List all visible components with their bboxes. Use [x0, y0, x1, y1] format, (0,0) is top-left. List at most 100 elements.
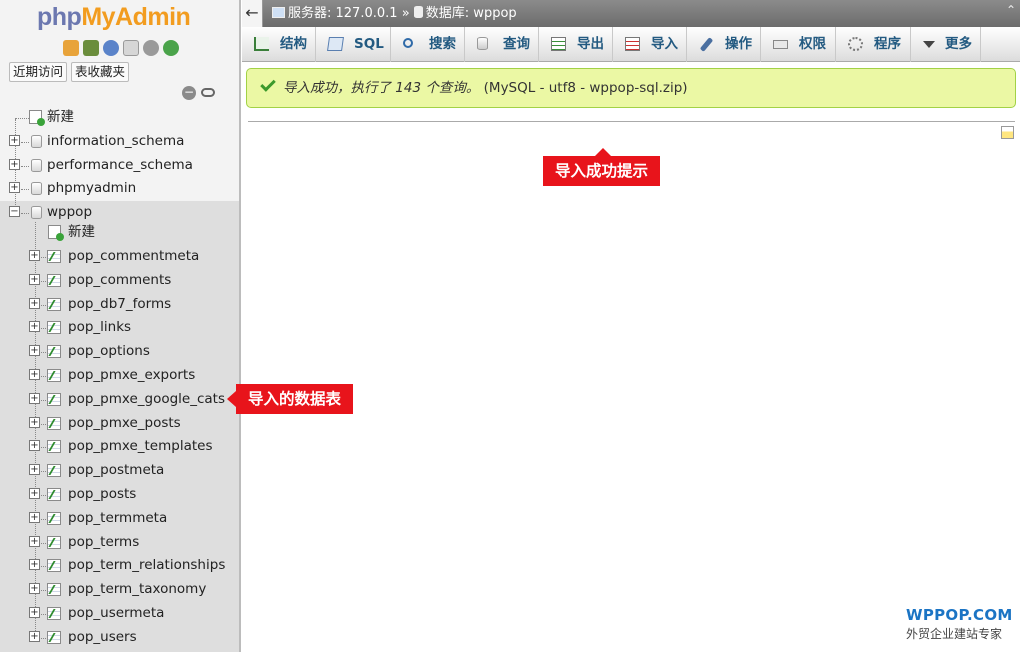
new-table-label[interactable]: 新建: [68, 221, 95, 243]
table-item[interactable]: + pop_pmxe_google_cats: [0, 388, 239, 410]
tree-branch: [41, 328, 46, 329]
reload-icon[interactable]: [163, 40, 179, 56]
tab-query[interactable]: 查询: [465, 27, 539, 62]
new-database-label[interactable]: 新建: [47, 106, 74, 128]
expand-icon[interactable]: +: [9, 135, 20, 146]
page-settings-icon[interactable]: [1001, 126, 1014, 139]
table-item[interactable]: + pop_options: [0, 340, 239, 362]
tree-branch: [41, 495, 46, 496]
expand-icon[interactable]: +: [9, 159, 20, 170]
collapse-all-button[interactable]: −: [182, 86, 196, 100]
db-item[interactable]: + information_schema: [0, 130, 239, 152]
table-label[interactable]: pop_terms: [68, 531, 139, 553]
table-label[interactable]: pop_options: [68, 340, 150, 362]
tab-search[interactable]: 搜索: [391, 27, 465, 62]
phpmyadmin-logo[interactable]: phpMyAdmin: [37, 3, 191, 32]
logout-icon[interactable]: [83, 40, 99, 56]
expand-icon[interactable]: +: [29, 631, 40, 642]
table-label[interactable]: pop_users: [68, 626, 137, 648]
collapse-icon[interactable]: −: [9, 206, 20, 217]
tab-import[interactable]: 导入: [613, 27, 687, 62]
table-label[interactable]: pop_db7_forms: [68, 293, 171, 315]
expand-icon[interactable]: +: [29, 536, 40, 547]
tab-routines[interactable]: 程序: [836, 27, 911, 62]
export-icon: [551, 37, 566, 51]
table-label[interactable]: pop_posts: [68, 483, 136, 505]
table-label[interactable]: pop_pmxe_templates: [68, 435, 212, 457]
tab-sql[interactable]: SQL: [316, 27, 391, 62]
table-item[interactable]: + pop_commentmeta: [0, 245, 239, 267]
table-item[interactable]: + pop_termmeta: [0, 507, 239, 529]
scroll-top-icon[interactable]: ⌃: [1006, 3, 1016, 17]
table-label[interactable]: pop_comments: [68, 269, 171, 291]
expand-icon[interactable]: +: [29, 559, 40, 570]
home-icon[interactable]: [63, 40, 79, 56]
table-item[interactable]: + pop_users: [0, 626, 239, 648]
expand-icon[interactable]: +: [29, 321, 40, 332]
tab-structure[interactable]: 结构: [242, 27, 316, 62]
tab-privileges[interactable]: 权限: [761, 27, 836, 62]
tree-item-new-table[interactable]: 新建: [0, 221, 239, 243]
table-label[interactable]: pop_term_relationships: [68, 554, 225, 576]
tab-export[interactable]: 导出: [539, 27, 613, 62]
expand-icon[interactable]: +: [9, 182, 20, 193]
table-label[interactable]: pop_pmxe_google_cats: [68, 388, 225, 410]
table-item[interactable]: + pop_term_relationships: [0, 554, 239, 576]
gear-icon[interactable]: [143, 40, 159, 56]
db-item[interactable]: + phpmyadmin: [0, 177, 239, 199]
table-label[interactable]: pop_pmxe_posts: [68, 412, 181, 434]
expand-icon[interactable]: +: [29, 464, 40, 475]
tab-more[interactable]: 更多: [911, 27, 981, 62]
db-label[interactable]: performance_schema: [47, 154, 193, 176]
favorite-tables-button[interactable]: 表收藏夹: [71, 62, 130, 82]
expand-icon[interactable]: +: [29, 298, 40, 309]
table-item[interactable]: + pop_terms: [0, 531, 239, 553]
table-item[interactable]: + pop_links: [0, 316, 239, 338]
table-item[interactable]: + pop_term_taxonomy: [0, 578, 239, 600]
db-label[interactable]: wppop: [47, 201, 92, 223]
expand-icon[interactable]: +: [29, 393, 40, 404]
help-icon[interactable]: [103, 40, 119, 56]
db-label[interactable]: phpmyadmin: [47, 177, 136, 199]
expand-icon[interactable]: +: [29, 417, 40, 428]
collapse-panel-button[interactable]: ←: [242, 0, 263, 27]
table-label[interactable]: pop_usermeta: [68, 602, 164, 624]
expand-icon[interactable]: +: [29, 345, 40, 356]
database-icon: [31, 182, 42, 195]
tree-item-new[interactable]: 新建: [0, 106, 239, 128]
expand-icon[interactable]: +: [29, 250, 40, 261]
recent-tables-button[interactable]: 近期访问: [9, 62, 68, 82]
expand-icon[interactable]: +: [29, 369, 40, 380]
link-with-main-icon[interactable]: [201, 88, 215, 97]
db-item-selected[interactable]: − wppop: [0, 201, 239, 223]
table-label[interactable]: pop_commentmeta: [68, 245, 199, 267]
docs-icon[interactable]: [123, 40, 139, 56]
table-item[interactable]: + pop_pmxe_exports: [0, 364, 239, 386]
expand-icon[interactable]: +: [29, 440, 40, 451]
breadcrumb-database[interactable]: 数据库: wppop: [426, 6, 517, 21]
table-label[interactable]: pop_termmeta: [68, 507, 167, 529]
table-item[interactable]: + pop_pmxe_templates: [0, 435, 239, 457]
expand-icon[interactable]: +: [29, 607, 40, 618]
tab-operations[interactable]: 操作: [687, 27, 761, 62]
breadcrumb-server[interactable]: 服务器: 127.0.0.1: [288, 6, 398, 21]
db-label[interactable]: information_schema: [47, 130, 184, 152]
table-item[interactable]: + pop_postmeta: [0, 459, 239, 481]
table-label[interactable]: pop_term_taxonomy: [68, 578, 206, 600]
table-label[interactable]: pop_links: [68, 316, 131, 338]
expand-icon[interactable]: +: [29, 488, 40, 499]
table-item[interactable]: + pop_posts: [0, 483, 239, 505]
divider: [248, 121, 1015, 122]
table-item[interactable]: + pop_pmxe_posts: [0, 412, 239, 434]
table-label[interactable]: pop_postmeta: [68, 459, 164, 481]
expand-icon[interactable]: +: [29, 512, 40, 523]
success-message-text: 导入成功，执行了 143 个查询。: [283, 80, 480, 96]
table-item[interactable]: + pop_usermeta: [0, 602, 239, 624]
tree-branch: [41, 543, 46, 544]
table-item[interactable]: + pop_comments: [0, 269, 239, 291]
expand-icon[interactable]: +: [29, 274, 40, 285]
expand-icon[interactable]: +: [29, 583, 40, 594]
db-item[interactable]: + performance_schema: [0, 154, 239, 176]
table-item[interactable]: + pop_db7_forms: [0, 293, 239, 315]
table-label[interactable]: pop_pmxe_exports: [68, 364, 195, 386]
